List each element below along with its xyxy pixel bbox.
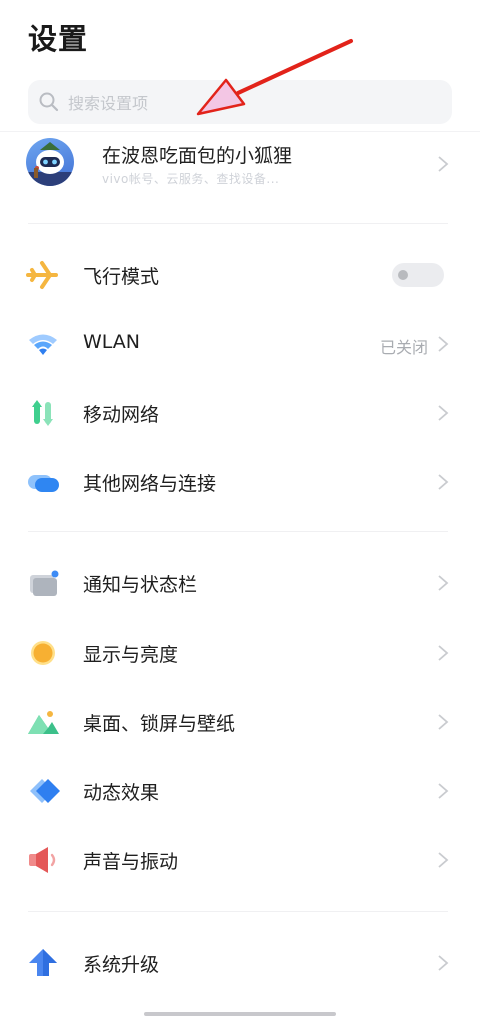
settings-item-label: 通知与状态栏 (83, 574, 198, 596)
settings-item-wlan[interactable]: WLAN 已关闭 (0, 314, 480, 374)
settings-item-label: 动态效果 (83, 782, 160, 804)
toggle-knob (398, 270, 408, 280)
settings-item-label: 声音与振动 (83, 851, 179, 873)
settings-item-label: 显示与亮度 (83, 644, 179, 666)
settings-item-label: 移动网络 (83, 404, 160, 426)
connection-icon (28, 475, 59, 492)
chevron-right-icon (438, 474, 449, 490)
wallpaper-icon (28, 711, 59, 734)
settings-item-notifications[interactable]: 通知与状态栏 (0, 553, 480, 613)
chevron-right-icon (438, 955, 449, 971)
header-divider (0, 131, 480, 132)
account-subtitle: vivo帐号、云服务、查找设备... (102, 172, 280, 186)
home-indicator[interactable] (144, 1012, 336, 1016)
settings-item-wallpaper[interactable]: 桌面、锁屏与壁纸 (0, 692, 480, 752)
settings-item-label: 系统升级 (83, 954, 160, 976)
account-name: 在波恩吃面包的小狐狸 (102, 145, 293, 167)
sound-icon (29, 847, 56, 873)
settings-item-system-update[interactable]: 系统升级 (0, 933, 480, 993)
chevron-right-icon (438, 405, 449, 421)
settings-item-label: WLAN (83, 331, 141, 353)
settings-item-sound[interactable]: 声音与振动 (0, 830, 480, 890)
settings-item-other-connections[interactable]: 其他网络与连接 (0, 452, 480, 512)
avatar (26, 138, 74, 186)
chevron-right-icon (438, 783, 449, 799)
brightness-icon (31, 641, 55, 665)
settings-item-dynamic-effects[interactable]: 动态效果 (0, 761, 480, 821)
section-divider (28, 911, 448, 912)
search-bar[interactable]: 搜索设置项 (28, 80, 452, 124)
chevron-right-icon (438, 852, 449, 868)
chevron-right-icon (438, 156, 449, 172)
settings-item-label: 飞行模式 (83, 266, 160, 288)
notification-icon (30, 570, 59, 596)
settings-item-label: 其他网络与连接 (83, 473, 217, 495)
chevron-right-icon (438, 575, 449, 591)
chevron-right-icon (438, 645, 449, 661)
search-icon (39, 92, 59, 112)
settings-item-airplane-mode[interactable]: 飞行模式 (0, 245, 480, 305)
robot-avatar-icon (26, 142, 74, 186)
settings-item-label: 桌面、锁屏与壁纸 (83, 713, 236, 735)
airplane-icon (26, 261, 58, 289)
chevron-right-icon (438, 336, 449, 352)
section-divider (28, 531, 448, 532)
system-update-icon (29, 949, 57, 976)
airplane-mode-toggle[interactable] (392, 263, 444, 287)
search-input[interactable]: 搜索设置项 (68, 90, 148, 114)
account-row[interactable]: 在波恩吃面包的小狐狸 vivo帐号、云服务、查找设备... (0, 134, 480, 194)
wifi-icon (29, 334, 57, 355)
chevron-right-icon (438, 714, 449, 730)
section-divider (28, 223, 448, 224)
mobile-data-icon (32, 400, 53, 426)
dynamic-effect-icon (30, 779, 60, 803)
page-title: 设置 (28, 22, 89, 56)
wlan-status: 已关闭 (379, 338, 428, 357)
settings-item-mobile-network[interactable]: 移动网络 (0, 383, 480, 443)
settings-item-display[interactable]: 显示与亮度 (0, 623, 480, 683)
